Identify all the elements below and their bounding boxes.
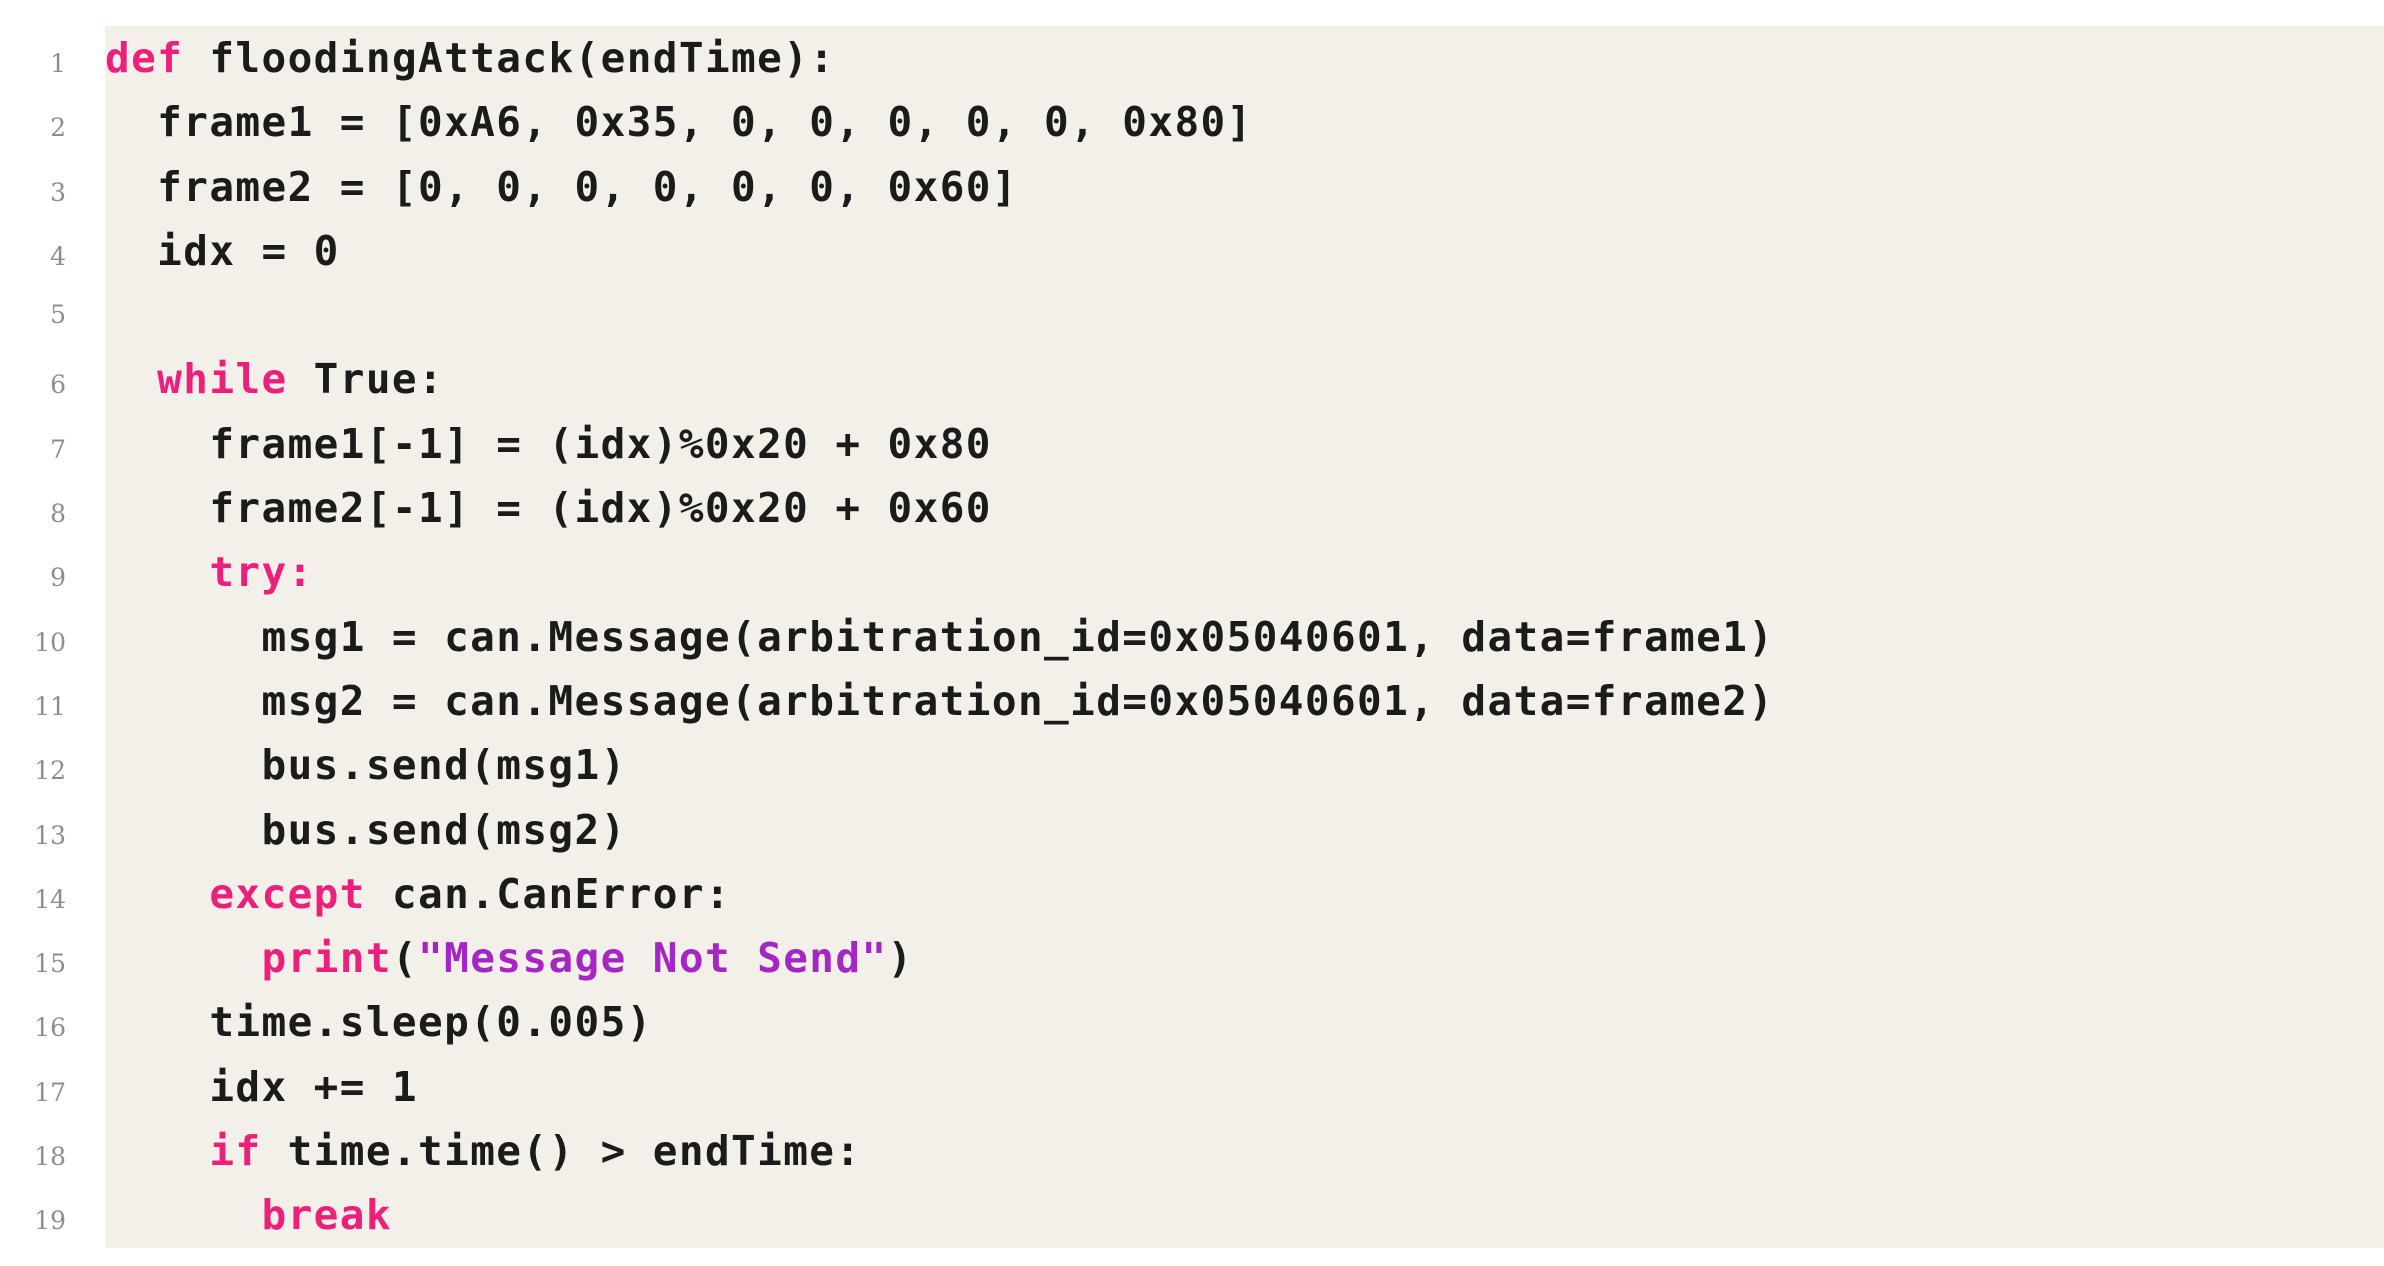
line-number: 5 — [50, 300, 66, 330]
code-line: 11 msg2 = can.Message(arbitration_id=0x0… — [0, 669, 2384, 733]
line-number: 19 — [34, 1206, 66, 1236]
code-line-source: frame1 = [0xA6, 0x35, 0, 0, 0, 0, 0, 0x8… — [78, 90, 2384, 154]
code-line-source: except can.CanError: — [78, 862, 2384, 926]
code-line-source: bus.send(msg2) — [78, 798, 2384, 862]
code-token-pl: bus.send(msg2) — [105, 805, 627, 854]
line-number: 18 — [34, 1142, 66, 1172]
code-token-pl: bus.send(msg1) — [105, 741, 627, 790]
line-number: 8 — [50, 499, 66, 529]
code-token-pl: ( — [391, 934, 419, 983]
code-line-source: msg2 = can.Message(arbitration_id=0x0504… — [78, 669, 2384, 733]
code-token-pl: time.sleep(0.005) — [105, 998, 653, 1047]
code-line-source: frame2 = [0, 0, 0, 0, 0, 0, 0x60] — [78, 155, 2384, 219]
code-listing: 1 def floodingAttack(endTime): 2 frame1 = … — [0, 0, 2384, 1266]
code-line: 15 print("Message Not Send") — [0, 926, 2384, 990]
code-token-kw: break — [261, 1191, 392, 1240]
code-line: 8 frame2[-1] = (idx)%0x20 + 0x60 — [0, 476, 2384, 540]
line-number: 2 — [50, 113, 66, 143]
code-line: 16 time.sleep(0.005) — [0, 990, 2384, 1054]
code-line: 13 bus.send(msg2) — [0, 798, 2384, 862]
line-number: 13 — [34, 820, 66, 850]
line-number: 15 — [34, 949, 66, 979]
code-line: 19 break — [0, 1183, 2384, 1247]
code-token-pl: frame1[-1] = (idx)%0x20 + 0x80 — [105, 419, 992, 468]
code-token-pl: True: — [287, 355, 445, 404]
code-line-source: msg1 = can.Message(arbitration_id=0x0504… — [78, 605, 2384, 669]
code-line: 2 frame1 = [0xA6, 0x35, 0, 0, 0, 0, 0, 0… — [0, 90, 2384, 154]
line-number: 16 — [34, 1013, 66, 1043]
code-token-kw: while — [157, 355, 288, 404]
code-token-pl: frame2[-1] = (idx)%0x20 + 0x60 — [105, 484, 992, 533]
line-number: 9 — [50, 563, 66, 593]
code-line: 6 while True: — [0, 347, 2384, 411]
code-line-source: bus.send(msg1) — [78, 733, 2384, 797]
line-number: 10 — [34, 627, 66, 657]
code-token-kw: def — [105, 34, 184, 82]
line-number: 6 — [50, 370, 66, 400]
code-line: 10 msg1 = can.Message(arbitration_id=0x0… — [0, 605, 2384, 669]
code-token-pl: frame2 = [0, 0, 0, 0, 0, 0, 0x60] — [105, 162, 1018, 211]
line-number: 14 — [34, 884, 66, 914]
code-line-source: try: — [78, 540, 2384, 604]
code-line-source: frame2[-1] = (idx)%0x20 + 0x60 — [78, 476, 2384, 540]
code-line-source: idx += 1 — [78, 1055, 2384, 1119]
code-line-source: print("Message Not Send") — [78, 926, 2384, 990]
code-token-pl: msg2 = can.Message(arbitration_id=0x0504… — [105, 676, 1775, 725]
code-line: 12 bus.send(msg1) — [0, 733, 2384, 797]
code-line: 9 try: — [0, 540, 2384, 604]
code-line-source: break — [78, 1183, 2384, 1247]
code-line: 7 frame1[-1] = (idx)%0x20 + 0x80 — [0, 412, 2384, 476]
code-line: 18 if time.time() > endTime: — [0, 1119, 2384, 1183]
code-line-source: def floodingAttack(endTime): — [78, 26, 2384, 90]
line-number: 3 — [50, 177, 66, 207]
code-line: 4 idx = 0 — [0, 219, 2384, 283]
line-number: 11 — [34, 691, 66, 721]
code-line: 1 def floodingAttack(endTime): — [0, 26, 2384, 90]
code-token-kw: except — [209, 869, 366, 918]
line-number: 7 — [50, 434, 66, 464]
code-line: 14 except can.CanError: — [0, 862, 2384, 926]
code-line: 17 idx += 1 — [0, 1055, 2384, 1119]
code-token-pl: frame1 = [0xA6, 0x35, 0, 0, 0, 0, 0, 0x8… — [105, 98, 1253, 147]
code-token-kw: try: — [209, 548, 314, 597]
line-number: 4 — [50, 241, 66, 271]
code-line-source: while True: — [78, 347, 2384, 411]
code-line-source: if time.time() > endTime: — [78, 1119, 2384, 1183]
line-number: 12 — [34, 756, 66, 786]
code-lines-container: 1 def floodingAttack(endTime): 2 frame1 = … — [0, 26, 2384, 1248]
code-token-pl: ) — [887, 934, 914, 983]
code-line-source: frame1[-1] = (idx)%0x20 + 0x80 — [78, 412, 2384, 476]
code-token-pl: can.CanError: — [365, 869, 732, 918]
code-line: 3 frame2 = [0, 0, 0, 0, 0, 0, 0x60] — [0, 155, 2384, 219]
code-token-pl: floodingAttack(endTime): — [183, 34, 836, 82]
line-number: 17 — [34, 1077, 66, 1107]
code-line-source: idx = 0 — [78, 219, 2384, 283]
code-token-pl: msg1 = can.Message(arbitration_id=0x0504… — [105, 612, 1775, 661]
code-token-str: "Message Not Send" — [418, 934, 888, 983]
line-number: 1 — [50, 49, 66, 78]
code-token-pl: time.time() > endTime: — [261, 1127, 862, 1176]
code-token-pl: idx = 0 — [105, 226, 340, 275]
code-token-kw: print — [261, 934, 392, 983]
code-line: 5 — [0, 283, 2384, 347]
code-line-source: time.sleep(0.005) — [78, 990, 2384, 1054]
code-token-kw: if — [209, 1127, 262, 1176]
code-token-pl: idx += 1 — [105, 1062, 419, 1111]
